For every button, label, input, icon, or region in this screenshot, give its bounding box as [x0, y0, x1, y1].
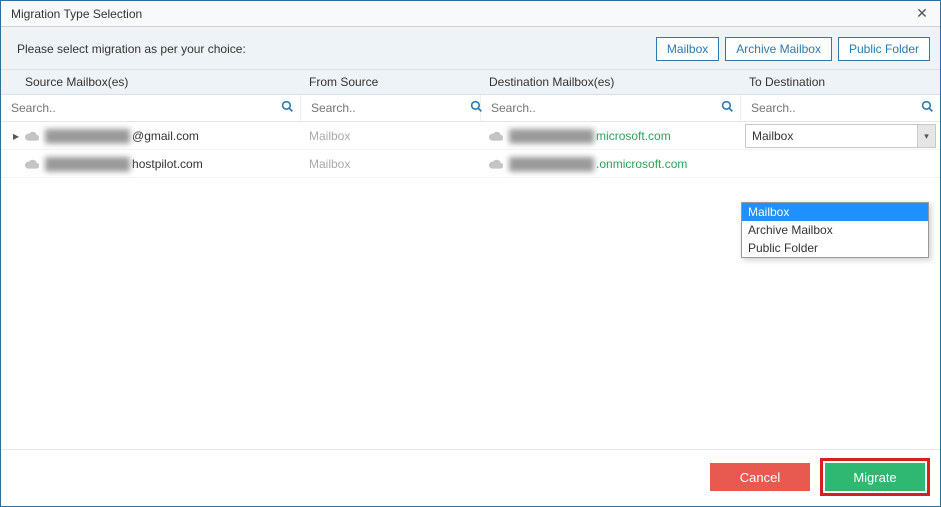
public-folder-button[interactable]: Public Folder: [838, 37, 930, 61]
toolbar-label: Please select migration as per your choi…: [17, 42, 246, 56]
table-row[interactable]: ▸ ██████████ @gmail.com Mailbox ████████…: [1, 122, 940, 150]
chevron-down-icon: ▾: [917, 125, 935, 147]
source-mailbox-domain: @gmail.com: [132, 129, 199, 143]
archive-mailbox-button[interactable]: Archive Mailbox: [725, 37, 832, 61]
toolbar-buttons: Mailbox Archive Mailbox Public Folder: [656, 37, 930, 61]
footer: Cancel Migrate: [1, 449, 940, 506]
search-icon[interactable]: [721, 100, 734, 116]
to-destination-select[interactable]: Mailbox ▾: [745, 124, 936, 148]
mailbox-button[interactable]: Mailbox: [656, 37, 719, 61]
source-mailbox-user: ██████████: [45, 157, 130, 171]
source-mailbox-domain: hostpilot.com: [132, 157, 203, 171]
header-from-source: From Source: [301, 70, 481, 94]
source-mailbox-user: ██████████: [45, 129, 130, 143]
search-from-source-input[interactable]: [307, 99, 470, 117]
header-source: Source Mailbox(es): [1, 70, 301, 94]
cloud-icon: [25, 131, 39, 141]
search-destination-cell: [481, 95, 741, 121]
search-icon[interactable]: [281, 100, 294, 116]
close-button[interactable]: ✕: [910, 4, 934, 24]
cloud-icon: [489, 159, 503, 169]
cancel-button[interactable]: Cancel: [710, 463, 810, 491]
header-to-destination: To Destination: [741, 70, 940, 94]
search-source-input[interactable]: [7, 99, 281, 117]
grid: Source Mailbox(es) From Source Destinati…: [1, 70, 940, 449]
to-destination-dropdown[interactable]: Mailbox Archive Mailbox Public Folder: [741, 202, 929, 258]
migrate-button[interactable]: Migrate: [825, 463, 925, 491]
window-title: Migration Type Selection: [11, 7, 142, 21]
dropdown-item-public-folder[interactable]: Public Folder: [742, 239, 928, 257]
to-destination-value: Mailbox: [746, 129, 917, 143]
destination-mailbox-domain: .onmicrosoft.com: [596, 157, 687, 171]
from-source-value: Mailbox: [309, 157, 350, 171]
destination-mailbox-domain: microsoft.com: [596, 129, 671, 143]
close-icon: ✕: [916, 5, 928, 22]
cloud-icon: [489, 131, 503, 141]
migrate-highlight: Migrate: [820, 458, 930, 496]
search-source-cell: [1, 95, 301, 121]
header-destination: Destination Mailbox(es): [481, 70, 741, 94]
data-rows: ▸ ██████████ @gmail.com Mailbox ████████…: [1, 122, 940, 178]
search-icon[interactable]: [921, 100, 934, 116]
from-source-value: Mailbox: [309, 129, 350, 143]
toolbar: Please select migration as per your choi…: [1, 27, 940, 70]
column-headers: Source Mailbox(es) From Source Destinati…: [1, 70, 940, 95]
expand-spacer: [9, 157, 23, 171]
titlebar: Migration Type Selection ✕: [1, 1, 940, 27]
search-row: [1, 95, 940, 122]
table-row[interactable]: ██████████ hostpilot.com Mailbox ███████…: [1, 150, 940, 178]
search-to-destination-cell: [741, 95, 940, 121]
destination-mailbox-user: ██████████: [509, 129, 594, 143]
dropdown-item-archive[interactable]: Archive Mailbox: [742, 221, 928, 239]
search-to-destination-input[interactable]: [747, 99, 921, 117]
dropdown-item-mailbox[interactable]: Mailbox: [742, 203, 928, 221]
expand-caret-icon[interactable]: ▸: [9, 129, 23, 143]
search-destination-input[interactable]: [487, 99, 721, 117]
cloud-icon: [25, 159, 39, 169]
destination-mailbox-user: ██████████: [509, 157, 594, 171]
search-from-source-cell: [301, 95, 481, 121]
